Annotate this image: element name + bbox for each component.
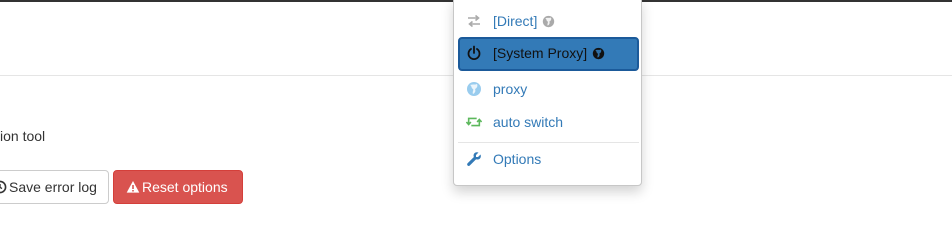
power-icon	[466, 45, 482, 61]
menu-item-proxy[interactable]: proxy	[458, 73, 639, 105]
menu-item-options-label: Options	[493, 151, 542, 167]
wrench-icon	[466, 151, 482, 167]
globe-icon	[466, 81, 482, 97]
proxy-switch-dropdown: [Direct] [System Proxy] proxy auto switc…	[453, 0, 642, 186]
menu-item-options[interactable]: Options	[458, 143, 639, 175]
save-error-log-button[interactable]: Save error log	[0, 170, 109, 204]
globe-icon	[592, 47, 605, 60]
menu-item-system-proxy-label: [System Proxy]	[493, 45, 588, 61]
globe-icon	[543, 15, 555, 28]
reset-options-button[interactable]: Reset options	[113, 170, 243, 204]
menu-item-auto-switch-label: auto switch	[493, 114, 564, 130]
retweet-icon	[466, 114, 482, 130]
description-text: ion tool	[0, 128, 46, 144]
save-error-log-label: Save error log	[9, 179, 97, 195]
options-page: ion tool Save error log Reset options [D…	[0, 0, 952, 240]
menu-item-proxy-label: proxy	[493, 81, 528, 97]
reset-options-label: Reset options	[142, 179, 228, 195]
menu-item-direct-label: [Direct]	[493, 13, 538, 29]
menu-item-system-proxy[interactable]: [System Proxy]	[458, 37, 639, 71]
menu-item-auto-switch[interactable]: auto switch	[458, 106, 639, 138]
warning-icon	[126, 180, 140, 194]
clock-icon	[0, 180, 7, 194]
transfer-icon	[466, 13, 482, 29]
menu-item-direct[interactable]: [Direct]	[458, 5, 639, 37]
